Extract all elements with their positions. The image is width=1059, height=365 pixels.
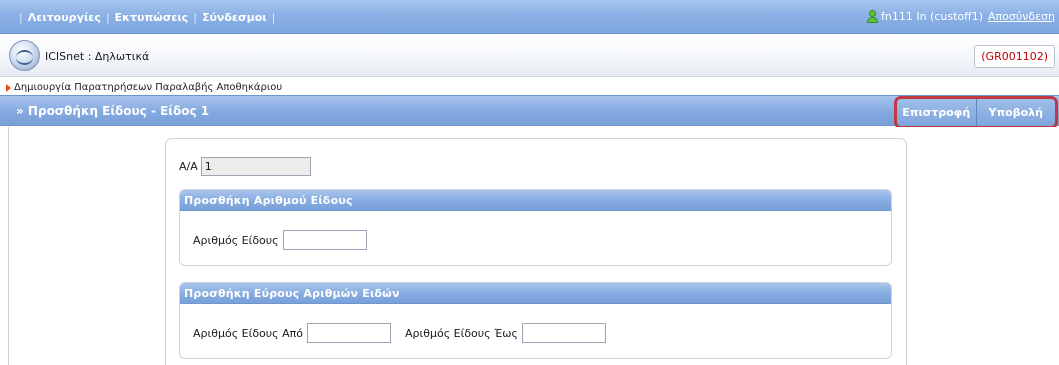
menu-separator: |: [271, 11, 276, 24]
menu-item-prints[interactable]: Εκτυπώσεις: [115, 11, 189, 24]
section-header: Προσθήκη Εύρους Αριθμών Ειδών: [180, 283, 891, 304]
app-bar: ICISnet : Δηλωτικά (GR001102): [0, 35, 1059, 77]
app-title: ICISnet : Δηλωτικά: [45, 50, 150, 63]
icisnet-logo-icon: [9, 40, 40, 71]
menu-separator: |: [193, 11, 197, 24]
back-button[interactable]: Επιστροφή: [897, 99, 976, 126]
breadcrumb-item[interactable]: Δημιουργία Παρατηρήσεων Παραλαβής Αποθηκ…: [14, 82, 282, 93]
menu-separator: |: [19, 11, 23, 24]
action-buttons: Επιστροφή Υποβολή: [894, 96, 1058, 129]
logout-link[interactable]: Αποσύνδεση: [988, 10, 1055, 23]
item-to-row: Αριθμός Είδους Έως: [405, 323, 606, 343]
main-menu: | Λειτουργίες | Εκτυπώσεις | Σύνδεσμοι |: [14, 11, 280, 24]
item-to-input[interactable]: [521, 323, 606, 343]
submit-button[interactable]: Υποβολή: [975, 99, 1055, 126]
item-from-row: Αριθμός Είδους Από: [193, 323, 391, 343]
user-box: fn111 In (custoff1) Αποσύνδεση: [866, 10, 1055, 23]
user-icon: [866, 10, 879, 23]
section-header: Προσθήκη Αριθμού Είδους: [180, 190, 891, 211]
aa-label: Α/Α: [179, 160, 198, 173]
add-item-number-section: Προσθήκη Αριθμού Είδους Αριθμός Είδους: [179, 189, 892, 266]
arrow-right-icon: [6, 83, 11, 92]
add-item-range-section: Προσθήκη Εύρους Αριθμών Ειδών Αριθμός Εί…: [179, 282, 892, 359]
menu-separator: |: [105, 11, 110, 24]
item-number-label: Αριθμός Είδους: [193, 233, 279, 247]
menu-item-functions[interactable]: Λειτουργίες: [28, 11, 101, 24]
office-code-badge: (GR001102): [974, 45, 1055, 68]
aa-row: Α/Α: [179, 157, 311, 176]
top-menu-bar: | Λειτουργίες | Εκτυπώσεις | Σύνδεσμοι |…: [0, 0, 1059, 34]
item-number-input[interactable]: [282, 230, 367, 250]
user-name: fn111 In (custoff1): [881, 10, 984, 23]
item-number-row: Αριθμός Είδους: [193, 230, 367, 250]
breadcrumb: Δημιουργία Παρατηρήσεων Παραλαβής Αποθηκ…: [6, 82, 282, 93]
page-title: » Προσθήκη Είδους - Είδος 1: [16, 104, 210, 118]
item-from-label: Αριθμός Είδους Από: [193, 326, 303, 340]
item-from-input[interactable]: [306, 323, 391, 343]
aa-field: [200, 157, 311, 176]
item-to-label: Αριθμός Είδους Έως: [405, 326, 518, 340]
menu-item-links[interactable]: Σύνδεσμοι: [202, 11, 267, 24]
